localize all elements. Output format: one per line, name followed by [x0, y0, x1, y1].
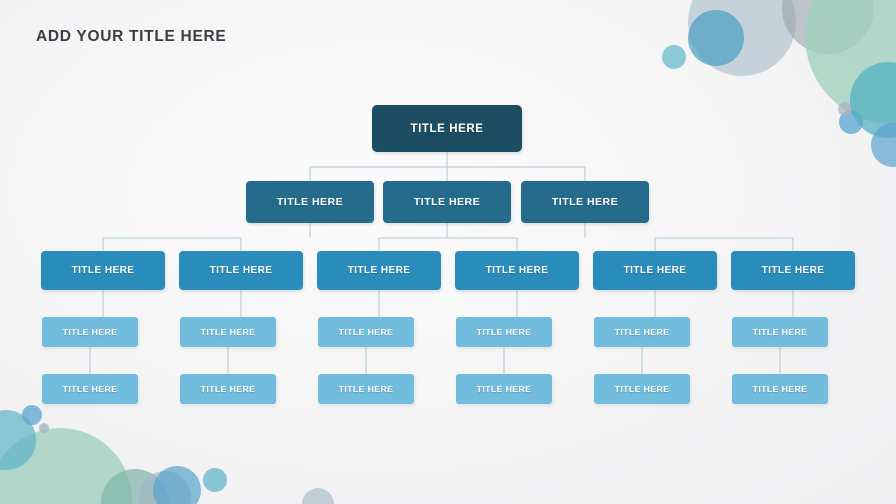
org-node-label: TITLE HERE [347, 265, 411, 276]
org-node-n2b[interactable]: TITLE HERE [179, 251, 303, 290]
org-node-n2d[interactable]: TITLE HERE [455, 251, 579, 290]
org-node-label: TITLE HERE [551, 196, 619, 208]
org-node-n2c[interactable]: TITLE HERE [317, 251, 441, 290]
org-node-label: TITLE HERE [485, 265, 549, 276]
org-node-label: TITLE HERE [623, 265, 687, 276]
org-node-n1c[interactable]: TITLE HERE [521, 181, 649, 223]
org-node-label: TITLE HERE [413, 196, 481, 208]
org-node-label: TITLE HERE [752, 384, 808, 394]
org-node-n3c[interactable]: TITLE HERE [318, 317, 414, 347]
org-node-n2e[interactable]: TITLE HERE [593, 251, 717, 290]
org-node-n1a[interactable]: TITLE HERE [246, 181, 374, 223]
org-node-n2f[interactable]: TITLE HERE [731, 251, 855, 290]
org-node-n3e[interactable]: TITLE HERE [594, 317, 690, 347]
org-node-label: TITLE HERE [614, 384, 670, 394]
org-chart: TITLE HERE TITLE HERE TITLE HERE TITLE HERE… [0, 0, 896, 504]
org-node-label: TITLE HERE [62, 384, 118, 394]
org-node-label: TITLE HERE [761, 265, 825, 276]
org-node-n3a[interactable]: TITLE HERE [42, 317, 138, 347]
org-node-n4b[interactable]: TITLE HERE [180, 374, 276, 404]
org-node-label: TITLE HERE [410, 122, 484, 135]
org-node-label: TITLE HERE [338, 384, 394, 394]
org-node-n2a[interactable]: TITLE HERE [41, 251, 165, 290]
org-node-label: TITLE HERE [200, 327, 256, 337]
org-node-label: TITLE HERE [476, 327, 532, 337]
org-node-label: TITLE HERE [200, 384, 256, 394]
org-node-n3b[interactable]: TITLE HERE [180, 317, 276, 347]
slide-canvas: ADD YOUR TITLE HERE TITLE HERE TITLE HERE… [0, 0, 896, 504]
org-node-label: TITLE HERE [614, 327, 670, 337]
org-node-label: TITLE HERE [752, 327, 808, 337]
org-node-n4a[interactable]: TITLE HERE [42, 374, 138, 404]
org-node-n4d[interactable]: TITLE HERE [456, 374, 552, 404]
org-node-n0[interactable]: TITLE HERE [372, 105, 522, 152]
org-node-n4f[interactable]: TITLE HERE [732, 374, 828, 404]
org-node-label: TITLE HERE [209, 265, 273, 276]
org-node-label: TITLE HERE [476, 384, 532, 394]
org-node-n1b[interactable]: TITLE HERE [383, 181, 511, 223]
org-node-label: TITLE HERE [276, 196, 344, 208]
org-node-n3f[interactable]: TITLE HERE [732, 317, 828, 347]
org-node-n4e[interactable]: TITLE HERE [594, 374, 690, 404]
org-node-label: TITLE HERE [338, 327, 394, 337]
org-node-label: TITLE HERE [62, 327, 118, 337]
org-node-label: TITLE HERE [71, 265, 135, 276]
org-node-n4c[interactable]: TITLE HERE [318, 374, 414, 404]
org-node-n3d[interactable]: TITLE HERE [456, 317, 552, 347]
